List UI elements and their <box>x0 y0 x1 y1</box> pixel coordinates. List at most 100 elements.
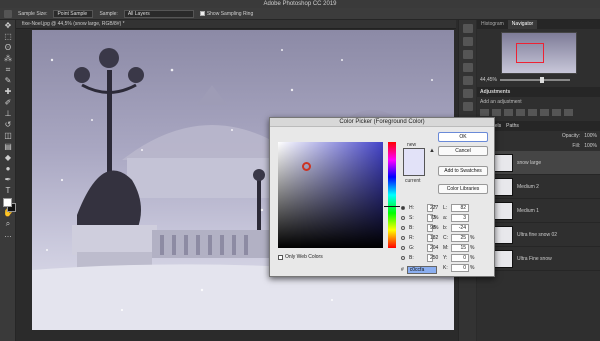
layer-row[interactable]: ◉ Medium 2 <box>477 175 600 199</box>
properties-panel-icon[interactable] <box>463 37 473 46</box>
ok-button[interactable]: OK <box>438 132 488 142</box>
brightness-radio[interactable] <box>401 226 405 230</box>
layer-row[interactable]: ◉ Medium 1 <box>477 199 600 223</box>
eyedropper-tool-icon[interactable]: ✎ <box>2 76 14 86</box>
only-web-colors-toggle[interactable]: Only Web Colors <box>278 254 323 260</box>
character-panel-icon[interactable] <box>463 63 473 72</box>
marquee-tool-icon[interactable]: ⬚ <box>2 32 14 42</box>
history-brush-tool-icon[interactable]: ↺ <box>2 120 14 130</box>
brightness-label: B: <box>409 225 414 231</box>
healing-brush-tool-icon[interactable]: ✚ <box>2 87 14 97</box>
sample-select[interactable]: All Layers <box>123 9 194 18</box>
tools-panel: ✥ ⬚ ʘ ⁂ ⌗ ✎ ✚ ✐ ⊥ ↺ ◫ ▤ ◆ ● ✒ T ➤ ✋ ⌕ … <box>0 20 16 341</box>
right-panels: Histogram Navigator 44,45% Adjustments A… <box>477 20 600 341</box>
gradient-tool-icon[interactable]: ▤ <box>2 142 14 152</box>
swatches-panel-icon[interactable] <box>463 89 473 98</box>
lab-a-input[interactable]: 3 <box>451 214 469 222</box>
zoom-value[interactable]: 44,45% <box>480 77 497 83</box>
zoom-slider[interactable] <box>499 77 570 83</box>
brightness-icon[interactable] <box>480 109 489 116</box>
color-cursor[interactable] <box>302 162 311 171</box>
hex-row: # c0ccfa <box>401 266 437 274</box>
red-radio[interactable] <box>401 236 405 240</box>
green-input[interactable]: 204 <box>427 244 438 252</box>
add-to-swatches-button[interactable]: Add to Swatches <box>438 166 488 176</box>
document-tab[interactable]: fixe-Noel.jpg @ 44,5% (snow large, RGB/8… <box>16 20 456 29</box>
green-radio[interactable] <box>401 246 405 250</box>
saturation-radio[interactable] <box>401 216 405 220</box>
adjustment-icons <box>477 107 600 118</box>
layer-row[interactable]: ◉ Ultra Fine snow <box>477 247 600 271</box>
magenta-input[interactable]: 15 <box>451 244 469 252</box>
zoom-tool-icon[interactable]: ⌕ <box>2 219 14 229</box>
paragraph-panel-icon[interactable] <box>463 76 473 85</box>
hex-input[interactable]: c0ccfa <box>406 266 437 274</box>
levels-icon[interactable] <box>492 109 501 116</box>
hue-slider-handle[interactable] <box>384 206 400 207</box>
tab-paths[interactable]: Paths <box>506 123 519 129</box>
checkbox-icon[interactable] <box>199 10 205 16</box>
blue-input[interactable]: 250 <box>427 254 438 262</box>
cancel-button[interactable]: Cancel <box>438 146 488 156</box>
sample-size-label: Sample Size: <box>18 10 48 17</box>
window-title: Adobe Photoshop CC 2019 <box>0 0 600 8</box>
blue-radio[interactable] <box>401 256 405 260</box>
crop-tool-icon[interactable]: ⌗ <box>2 65 14 75</box>
vibrance-icon[interactable] <box>528 109 537 116</box>
sample-size-select[interactable]: Point Sample <box>53 9 94 18</box>
layer-row[interactable]: ◉ Ultra fine snow 02 <box>477 223 600 247</box>
blur-tool-icon[interactable]: ◆ <box>2 153 14 163</box>
history-panel-icon[interactable] <box>463 24 473 33</box>
curves-icon[interactable] <box>504 109 513 116</box>
navigator-view-box[interactable] <box>515 43 544 63</box>
sample-label: Sample: <box>99 10 118 17</box>
layer-name: Medium 2 <box>517 183 539 190</box>
cyan-input[interactable]: 25 <box>451 234 469 242</box>
layer-row[interactable]: ◉ snow large <box>477 151 600 175</box>
foreground-color-swatch[interactable] <box>3 198 12 207</box>
color-libraries-button[interactable]: Color Libraries <box>438 184 488 194</box>
opacity-value[interactable]: 100% <box>584 133 597 139</box>
current-color-swatch[interactable] <box>404 162 424 175</box>
black-white-icon[interactable] <box>564 109 573 116</box>
tab-navigator[interactable]: Navigator <box>507 20 538 29</box>
green-label: G: <box>409 245 415 251</box>
navigator-preview[interactable] <box>500 32 577 74</box>
brush-tool-icon[interactable]: ✐ <box>2 98 14 108</box>
adjustments-title: Adjustments <box>477 87 600 97</box>
eyedropper-tool-icon[interactable] <box>4 9 12 18</box>
move-tool-icon[interactable]: ✥ <box>2 21 14 31</box>
dodge-tool-icon[interactable]: ● <box>2 164 14 174</box>
hue-radio[interactable] <box>401 206 405 210</box>
zoom-slider-knob[interactable] <box>539 77 544 83</box>
stamp-tool-icon[interactable]: ⊥ <box>2 109 14 119</box>
brush-panel-icon[interactable] <box>463 50 473 59</box>
yellow-input[interactable]: 0 <box>451 254 469 262</box>
red-input[interactable]: 182 <box>427 234 438 242</box>
color-value-fields: H: 227 ° L: 82 S: 73 % a: 3 B: 98 % b: -… <box>401 204 475 272</box>
lab-b-input[interactable]: -24 <box>451 224 469 232</box>
gamut-warning-icon[interactable]: ▲ <box>429 148 435 154</box>
lab-l-input[interactable]: 82 <box>451 204 469 212</box>
tab-histogram[interactable]: Histogram <box>477 20 508 29</box>
info-panel-icon[interactable] <box>463 102 473 111</box>
hue-saturation-icon[interactable] <box>540 109 549 116</box>
brightness-unit: % <box>434 225 439 231</box>
more-tools-icon[interactable]: … <box>2 230 14 240</box>
lasso-tool-icon[interactable]: ʘ <box>2 43 14 53</box>
type-tool-icon[interactable]: T <box>2 186 14 196</box>
checkbox-icon[interactable] <box>278 254 283 260</box>
show-sampling-ring-toggle[interactable]: Show Sampling Ring <box>199 10 253 17</box>
black-input[interactable]: 0 <box>451 264 469 272</box>
saturation-brightness-field[interactable] <box>278 142 383 248</box>
exposure-icon[interactable] <box>516 109 525 116</box>
magic-wand-tool-icon[interactable]: ⁂ <box>2 54 14 64</box>
fill-value[interactable]: 100% <box>584 143 597 149</box>
color-balance-icon[interactable] <box>552 109 561 116</box>
magenta-label: M: <box>443 245 449 251</box>
pen-tool-icon[interactable]: ✒ <box>2 175 14 185</box>
hue-slider[interactable] <box>388 142 396 248</box>
eraser-tool-icon[interactable]: ◫ <box>2 131 14 141</box>
lab-l-label: L: <box>443 205 448 211</box>
new-color-swatch <box>404 149 424 162</box>
